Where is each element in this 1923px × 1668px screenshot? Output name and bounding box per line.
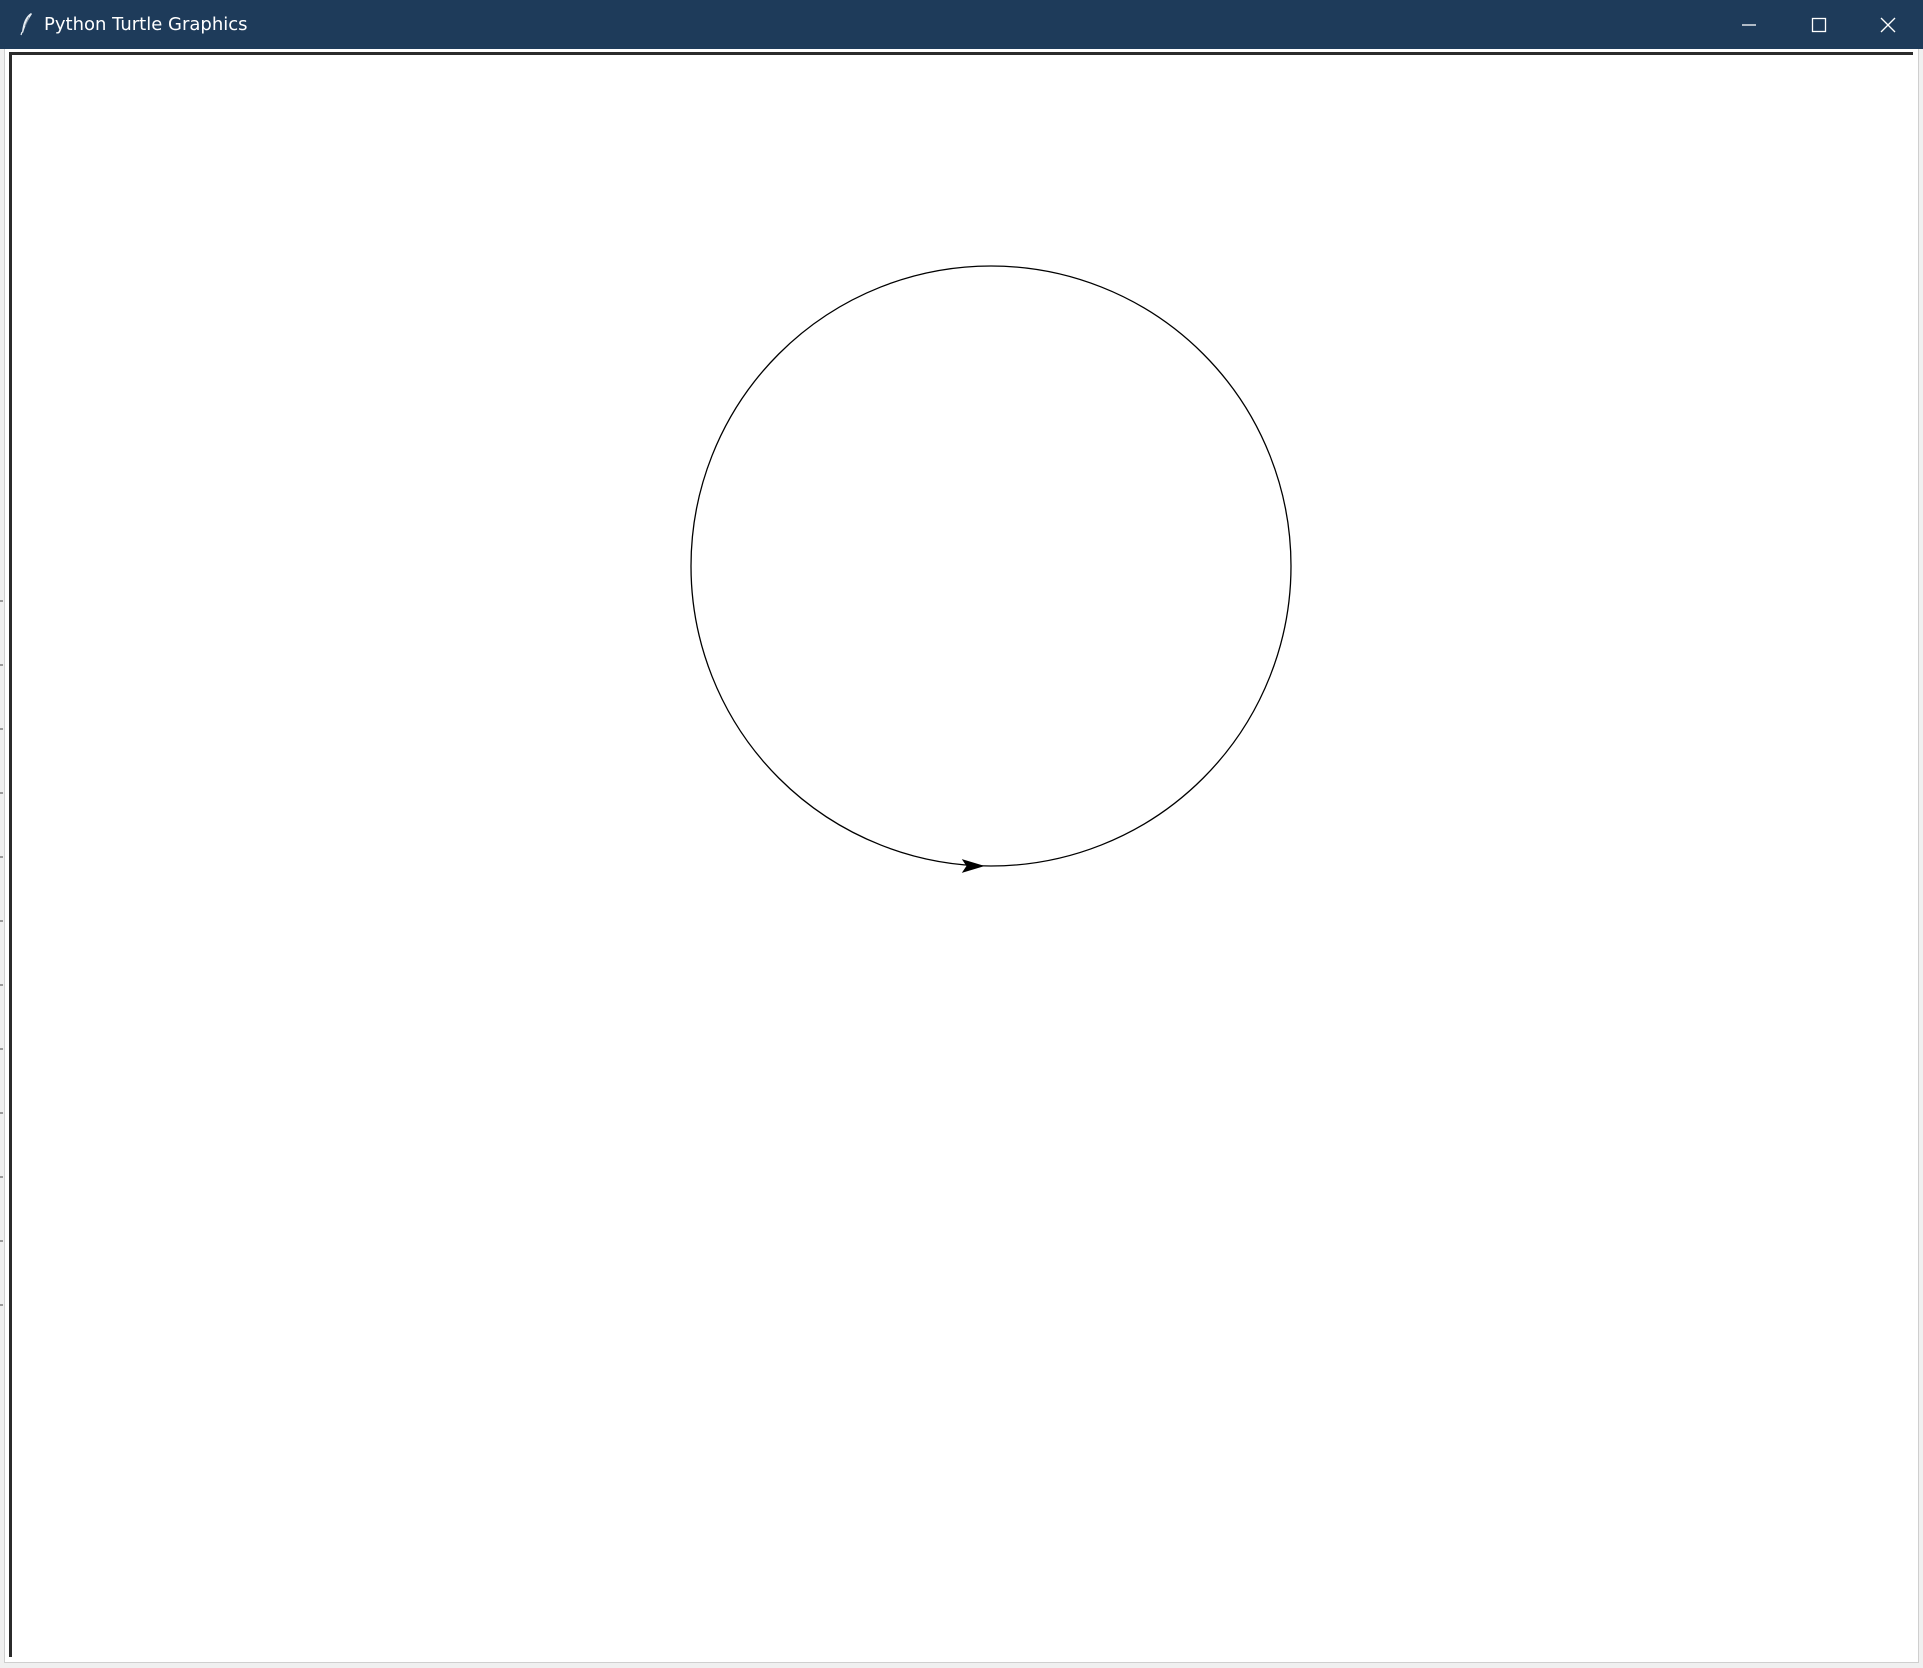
turtle-window: Python Turtle Graphics <box>0 0 1923 1668</box>
window-title: Python Turtle Graphics <box>44 14 248 35</box>
close-button[interactable] <box>1853 0 1923 49</box>
minimize-icon <box>1742 23 1756 26</box>
canvas-frame <box>4 49 1919 1663</box>
maximize-button[interactable] <box>1784 0 1854 49</box>
turtle-arrow-icon <box>961 859 985 873</box>
drawn-circle <box>690 265 1292 867</box>
turtle-canvas[interactable] <box>9 52 1913 1657</box>
window-edge-marks <box>0 600 3 1320</box>
drawing-layer <box>690 265 1292 873</box>
title-bar[interactable]: Python Turtle Graphics <box>0 0 1923 49</box>
feather-icon <box>20 13 32 36</box>
maximize-icon <box>1811 17 1827 32</box>
minimize-button[interactable] <box>1714 0 1784 49</box>
close-icon <box>1880 17 1896 32</box>
